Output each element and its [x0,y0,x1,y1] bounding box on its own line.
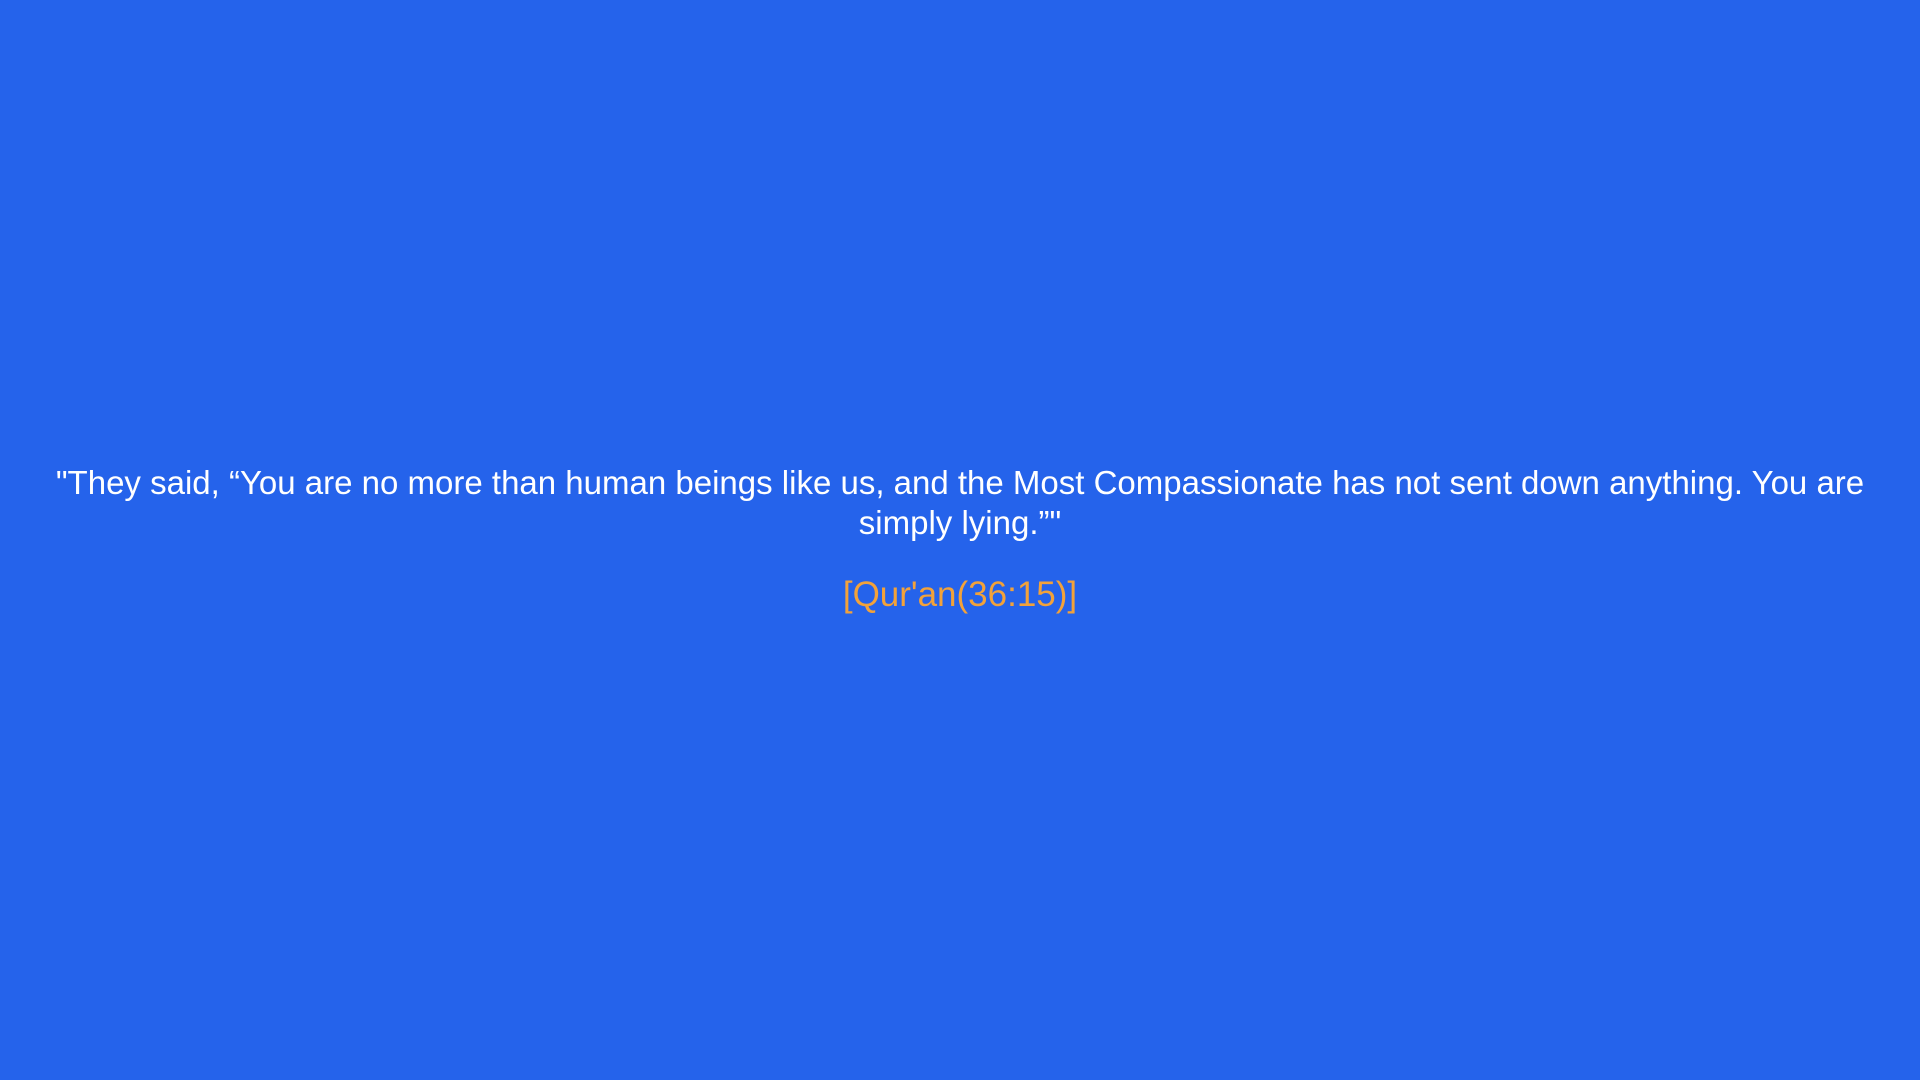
verse-reference: [Qur'an(36:15)] [842,575,1078,614]
verse-quote: "They said, “You are no more than human … [55,464,1865,541]
quote-screen: "They said, “You are no more than human … [0,0,1920,1080]
